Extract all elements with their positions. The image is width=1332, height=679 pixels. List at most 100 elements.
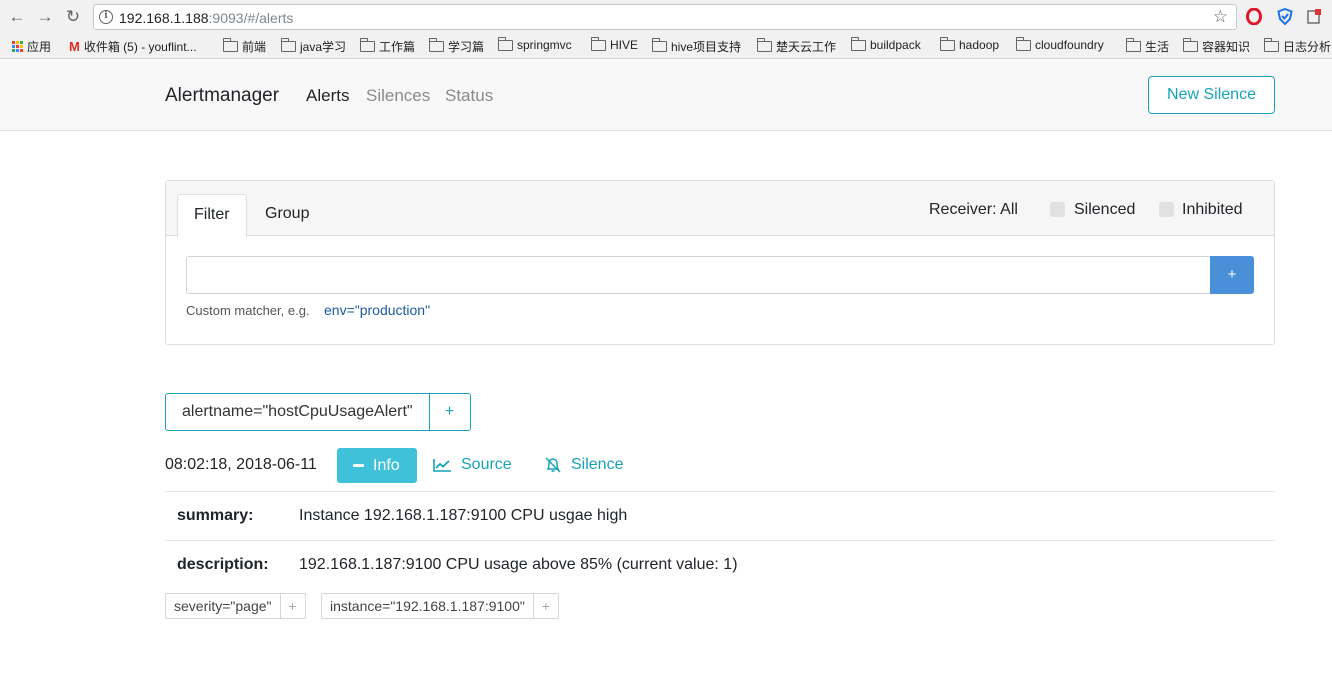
bookmark-folder[interactable]: cloudfoundry: [1016, 36, 1104, 52]
label-button[interactable]: instance="192.168.1.187:9100": [322, 594, 534, 618]
label-add-button[interactable]: +: [534, 594, 558, 618]
bell-slash-icon: [545, 457, 561, 473]
tab-group[interactable]: Group: [249, 194, 325, 236]
bookmark-folder[interactable]: 前端: [223, 38, 266, 55]
nav-silences[interactable]: Silences: [366, 86, 430, 106]
info-toggle-button[interactable]: Info: [337, 448, 417, 483]
annotation-value: Instance 192.168.1.187:9100 CPU usgae hi…: [299, 507, 628, 524]
bookmark-folder[interactable]: 生活: [1126, 38, 1169, 55]
extension-icon[interactable]: [1306, 8, 1322, 25]
alert-timestamp: 08:02:18, 2018-06-11: [165, 456, 317, 473]
bookmark-folder[interactable]: 日志分析: [1264, 38, 1331, 55]
bookmark-folder[interactable]: java学习: [281, 38, 346, 55]
bookmark-label: 应用: [27, 40, 52, 54]
reload-icon[interactable]: ↻: [62, 6, 84, 28]
annotation-row: description: 192.168.1.187:9100 CPU usag…: [165, 540, 1275, 589]
bookmark-star-icon[interactable]: ☆: [1213, 7, 1228, 27]
url-text: 192.168.1.188:9093/#/alerts: [119, 10, 293, 26]
bookmarks-bar: 应用 M 收件箱 (5) - youflint... 前端 java学习 工作篇 …: [0, 34, 1332, 59]
bookmark-label: hadoop: [959, 38, 1000, 52]
forward-arrow-icon[interactable]: →: [34, 6, 56, 28]
back-arrow-icon[interactable]: ←: [6, 6, 28, 28]
url-host: 192.168.1.188: [119, 10, 209, 26]
bookmark-label: hive项目支持: [671, 40, 742, 54]
add-matcher-button[interactable]: +: [1210, 256, 1254, 294]
folder-icon: [757, 38, 772, 52]
bookmark-folder[interactable]: 容器知识: [1183, 38, 1250, 55]
nav-status[interactable]: Status: [445, 86, 493, 106]
bookmark-label: java学习: [300, 40, 347, 54]
bookmark-label: 工作篇: [379, 40, 416, 54]
bookmark-label: 前端: [242, 40, 267, 54]
label-add-button[interactable]: +: [281, 594, 305, 618]
group-label-add-button[interactable]: +: [430, 394, 470, 430]
group-label-button[interactable]: alertname="hostCpuUsageAlert": [166, 394, 430, 430]
folder-icon: [591, 36, 606, 51]
folder-icon: [1126, 38, 1141, 52]
bookmark-folder[interactable]: 学习篇: [429, 38, 484, 55]
bookmark-folder[interactable]: 工作篇: [360, 38, 415, 55]
folder-icon: [360, 38, 375, 52]
info-icon[interactable]: i: [99, 10, 113, 24]
opera-icon[interactable]: [1246, 8, 1262, 25]
silence-button[interactable]: Silence: [544, 456, 623, 474]
annotation-row: summary: Instance 192.168.1.187:9100 CPU…: [165, 491, 1275, 540]
bookmark-label: HIVE: [610, 38, 639, 52]
alert-label: severity="page" +: [165, 593, 306, 619]
minus-icon: [353, 464, 364, 467]
matcher-hint-example: env="production": [324, 302, 431, 318]
alert-group-label: alertname="hostCpuUsageAlert" +: [165, 393, 471, 431]
folder-icon: [429, 38, 444, 52]
matcher-hint: Custom matcher, e.g.: [186, 303, 310, 318]
folder-icon: [281, 38, 296, 52]
source-label: Source: [461, 456, 512, 473]
bookmark-label: springmvc: [517, 38, 572, 52]
bookmark-folder[interactable]: hive项目支持: [652, 38, 741, 55]
folder-icon: [498, 36, 513, 51]
label-button[interactable]: severity="page": [166, 594, 281, 618]
bookmark-folder[interactable]: 楚天云工作: [757, 38, 836, 55]
new-silence-button[interactable]: New Silence: [1148, 76, 1275, 114]
folder-icon: [1264, 38, 1279, 52]
bookmark-folder[interactable]: springmvc: [498, 36, 572, 52]
shield-icon[interactable]: [1277, 8, 1293, 25]
annotation-value: 192.168.1.187:9100 CPU usage above 85% (…: [299, 556, 738, 573]
folder-icon: [1016, 36, 1031, 51]
bookmark-folder[interactable]: HIVE: [591, 36, 639, 52]
bookmark-label: 生活: [1145, 40, 1170, 54]
bookmark-label: 收件箱 (5) - youflint...: [83, 40, 197, 54]
silenced-label: Silenced: [1074, 201, 1136, 218]
browser-toolbar: ← → ↻ i 192.168.1.188:9093/#/alerts ☆: [0, 0, 1332, 34]
folder-icon: [223, 38, 238, 52]
bookmark-folder[interactable]: buildpack: [851, 36, 921, 52]
alert-label: instance="192.168.1.187:9100" +: [321, 593, 559, 619]
folder-icon: [1183, 38, 1198, 52]
folder-icon: [652, 38, 667, 52]
address-bar[interactable]: i 192.168.1.188:9093/#/alerts ☆: [93, 4, 1237, 30]
apps-grid-icon: [12, 41, 23, 52]
annotation-key: summary:: [177, 507, 254, 524]
receiver-select[interactable]: Receiver: All: [929, 201, 1018, 219]
nav-alerts[interactable]: Alerts: [306, 86, 349, 106]
annotation-key: description:: [177, 556, 269, 573]
bookmark-label: 日志分析: [1283, 40, 1332, 54]
bookmark-gmail[interactable]: M 收件箱 (5) - youflint...: [69, 38, 197, 55]
brand-title[interactable]: Alertmanager: [165, 85, 279, 107]
bookmark-apps[interactable]: 应用: [12, 38, 51, 55]
folder-icon: [940, 36, 955, 51]
tab-filter[interactable]: Filter: [177, 194, 247, 237]
silenced-checkbox[interactable]: [1050, 202, 1065, 217]
filter-card-header: Filter Group Receiver: All Silenced Inhi…: [166, 181, 1274, 237]
bookmark-folder[interactable]: hadoop: [940, 36, 1000, 52]
filter-matcher-input[interactable]: [186, 256, 1211, 294]
bookmark-label: 学习篇: [448, 40, 485, 54]
app-navbar: Alertmanager Alerts Silences Status New …: [0, 60, 1332, 131]
gmail-icon: M: [69, 39, 80, 54]
inhibited-checkbox[interactable]: [1159, 202, 1174, 217]
chart-line-icon: [433, 459, 451, 472]
bookmark-label: cloudfoundry: [1035, 38, 1104, 52]
url-path: :9093/#/alerts: [208, 10, 294, 26]
bookmark-label: 楚天云工作: [776, 40, 837, 54]
source-button[interactable]: Source: [433, 456, 512, 474]
folder-icon: [851, 36, 866, 51]
